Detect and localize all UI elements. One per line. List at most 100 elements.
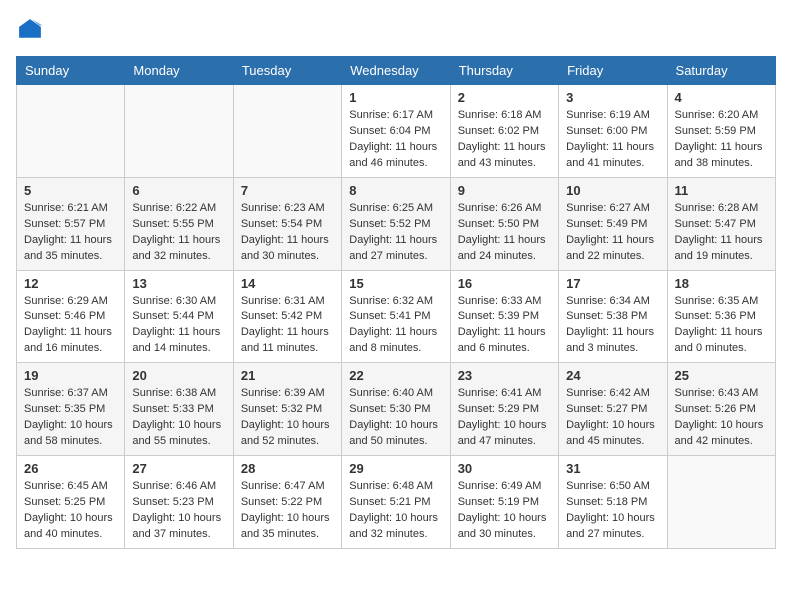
calendar-header-tuesday: Tuesday bbox=[233, 57, 341, 85]
day-number: 5 bbox=[24, 183, 117, 198]
day-number: 2 bbox=[458, 90, 551, 105]
cell-content: Sunrise: 6:27 AM Sunset: 5:49 PM Dayligh… bbox=[566, 201, 659, 265]
cell-content: Sunrise: 6:20 AM Sunset: 5:59 PM Dayligh… bbox=[675, 108, 768, 172]
cell-content: Sunrise: 6:50 AM Sunset: 5:18 PM Dayligh… bbox=[566, 479, 659, 543]
calendar-header-friday: Friday bbox=[559, 57, 667, 85]
calendar-cell: 18 Sunrise: 6:35 AM Sunset: 5:36 PM Dayli… bbox=[667, 270, 775, 363]
cell-content: Sunrise: 6:45 AM Sunset: 5:25 PM Dayligh… bbox=[24, 479, 117, 543]
cell-content: Sunrise: 6:32 AM Sunset: 5:41 PM Dayligh… bbox=[349, 294, 442, 358]
calendar-cell: 26 Sunrise: 6:45 AM Sunset: 5:25 PM Dayli… bbox=[17, 456, 125, 549]
cell-content: Sunrise: 6:35 AM Sunset: 5:36 PM Dayligh… bbox=[675, 294, 768, 358]
cell-content: Sunrise: 6:40 AM Sunset: 5:30 PM Dayligh… bbox=[349, 386, 442, 450]
calendar-cell: 4 Sunrise: 6:20 AM Sunset: 5:59 PM Daylig… bbox=[667, 85, 775, 178]
calendar-cell: 30 Sunrise: 6:49 AM Sunset: 5:19 PM Dayli… bbox=[450, 456, 558, 549]
day-number: 10 bbox=[566, 183, 659, 198]
cell-content: Sunrise: 6:23 AM Sunset: 5:54 PM Dayligh… bbox=[241, 201, 334, 265]
day-number: 23 bbox=[458, 368, 551, 383]
calendar-cell: 14 Sunrise: 6:31 AM Sunset: 5:42 PM Dayli… bbox=[233, 270, 341, 363]
calendar-week-row: 1 Sunrise: 6:17 AM Sunset: 6:04 PM Daylig… bbox=[17, 85, 776, 178]
cell-content: Sunrise: 6:18 AM Sunset: 6:02 PM Dayligh… bbox=[458, 108, 551, 172]
calendar-cell: 9 Sunrise: 6:26 AM Sunset: 5:50 PM Daylig… bbox=[450, 177, 558, 270]
cell-content: Sunrise: 6:17 AM Sunset: 6:04 PM Dayligh… bbox=[349, 108, 442, 172]
cell-content: Sunrise: 6:48 AM Sunset: 5:21 PM Dayligh… bbox=[349, 479, 442, 543]
cell-content: Sunrise: 6:42 AM Sunset: 5:27 PM Dayligh… bbox=[566, 386, 659, 450]
header bbox=[16, 16, 776, 44]
calendar-cell: 2 Sunrise: 6:18 AM Sunset: 6:02 PM Daylig… bbox=[450, 85, 558, 178]
calendar-cell: 7 Sunrise: 6:23 AM Sunset: 5:54 PM Daylig… bbox=[233, 177, 341, 270]
calendar-header-sunday: Sunday bbox=[17, 57, 125, 85]
cell-content: Sunrise: 6:21 AM Sunset: 5:57 PM Dayligh… bbox=[24, 201, 117, 265]
logo bbox=[16, 16, 48, 44]
day-number: 8 bbox=[349, 183, 442, 198]
calendar-cell: 31Sunrise: 6:50 AM Sunset: 5:18 PM Dayli… bbox=[559, 456, 667, 549]
day-number: 6 bbox=[132, 183, 225, 198]
day-number: 19 bbox=[24, 368, 117, 383]
day-number: 3 bbox=[566, 90, 659, 105]
day-number: 11 bbox=[675, 183, 768, 198]
day-number: 7 bbox=[241, 183, 334, 198]
cell-content: Sunrise: 6:33 AM Sunset: 5:39 PM Dayligh… bbox=[458, 294, 551, 358]
calendar-cell: 23 Sunrise: 6:41 AM Sunset: 5:29 PM Dayli… bbox=[450, 363, 558, 456]
day-number: 18 bbox=[675, 276, 768, 291]
cell-content: Sunrise: 6:26 AM Sunset: 5:50 PM Dayligh… bbox=[458, 201, 551, 265]
day-number: 20 bbox=[132, 368, 225, 383]
day-number: 17 bbox=[566, 276, 659, 291]
calendar-header-saturday: Saturday bbox=[667, 57, 775, 85]
calendar-cell: 3Sunrise: 6:19 AM Sunset: 6:00 PM Daylig… bbox=[559, 85, 667, 178]
calendar-cell bbox=[667, 456, 775, 549]
calendar-cell: 5 Sunrise: 6:21 AM Sunset: 5:57 PM Daylig… bbox=[17, 177, 125, 270]
cell-content: Sunrise: 6:47 AM Sunset: 5:22 PM Dayligh… bbox=[241, 479, 334, 543]
cell-content: Sunrise: 6:34 AM Sunset: 5:38 PM Dayligh… bbox=[566, 294, 659, 358]
day-number: 15 bbox=[349, 276, 442, 291]
cell-content: Sunrise: 6:39 AM Sunset: 5:32 PM Dayligh… bbox=[241, 386, 334, 450]
calendar-cell bbox=[233, 85, 341, 178]
cell-content: Sunrise: 6:46 AM Sunset: 5:23 PM Dayligh… bbox=[132, 479, 225, 543]
calendar: SundayMondayTuesdayWednesdayThursdayFrid… bbox=[16, 56, 776, 549]
cell-content: Sunrise: 6:49 AM Sunset: 5:19 PM Dayligh… bbox=[458, 479, 551, 543]
day-number: 22 bbox=[349, 368, 442, 383]
day-number: 26 bbox=[24, 461, 117, 476]
day-number: 13 bbox=[132, 276, 225, 291]
cell-content: Sunrise: 6:41 AM Sunset: 5:29 PM Dayligh… bbox=[458, 386, 551, 450]
calendar-cell: 8Sunrise: 6:25 AM Sunset: 5:52 PM Daylig… bbox=[342, 177, 450, 270]
calendar-cell: 22 Sunrise: 6:40 AM Sunset: 5:30 PM Dayli… bbox=[342, 363, 450, 456]
logo-icon bbox=[16, 16, 44, 44]
calendar-cell: 20 Sunrise: 6:38 AM Sunset: 5:33 PM Dayli… bbox=[125, 363, 233, 456]
day-number: 14 bbox=[241, 276, 334, 291]
calendar-cell: 25Sunrise: 6:43 AM Sunset: 5:26 PM Dayli… bbox=[667, 363, 775, 456]
day-number: 9 bbox=[458, 183, 551, 198]
calendar-cell: 29Sunrise: 6:48 AM Sunset: 5:21 PM Dayli… bbox=[342, 456, 450, 549]
calendar-cell: 24Sunrise: 6:42 AM Sunset: 5:27 PM Dayli… bbox=[559, 363, 667, 456]
calendar-cell: 17 Sunrise: 6:34 AM Sunset: 5:38 PM Dayli… bbox=[559, 270, 667, 363]
calendar-header-wednesday: Wednesday bbox=[342, 57, 450, 85]
cell-content: Sunrise: 6:38 AM Sunset: 5:33 PM Dayligh… bbox=[132, 386, 225, 450]
day-number: 4 bbox=[675, 90, 768, 105]
calendar-cell: 21Sunrise: 6:39 AM Sunset: 5:32 PM Dayli… bbox=[233, 363, 341, 456]
calendar-cell: 16 Sunrise: 6:33 AM Sunset: 5:39 PM Dayli… bbox=[450, 270, 558, 363]
calendar-cell: 19 Sunrise: 6:37 AM Sunset: 5:35 PM Dayli… bbox=[17, 363, 125, 456]
cell-content: Sunrise: 6:28 AM Sunset: 5:47 PM Dayligh… bbox=[675, 201, 768, 265]
day-number: 12 bbox=[24, 276, 117, 291]
day-number: 27 bbox=[132, 461, 225, 476]
calendar-header-monday: Monday bbox=[125, 57, 233, 85]
calendar-cell: 27 Sunrise: 6:46 AM Sunset: 5:23 PM Dayli… bbox=[125, 456, 233, 549]
calendar-cell: 15 Sunrise: 6:32 AM Sunset: 5:41 PM Dayli… bbox=[342, 270, 450, 363]
calendar-cell: 10 Sunrise: 6:27 AM Sunset: 5:49 PM Dayli… bbox=[559, 177, 667, 270]
cell-content: Sunrise: 6:29 AM Sunset: 5:46 PM Dayligh… bbox=[24, 294, 117, 358]
calendar-cell: 11 Sunrise: 6:28 AM Sunset: 5:47 PM Dayli… bbox=[667, 177, 775, 270]
cell-content: Sunrise: 6:31 AM Sunset: 5:42 PM Dayligh… bbox=[241, 294, 334, 358]
calendar-cell bbox=[17, 85, 125, 178]
calendar-header-thursday: Thursday bbox=[450, 57, 558, 85]
calendar-cell: 1 Sunrise: 6:17 AM Sunset: 6:04 PM Daylig… bbox=[342, 85, 450, 178]
calendar-cell: 28Sunrise: 6:47 AM Sunset: 5:22 PM Dayli… bbox=[233, 456, 341, 549]
day-number: 1 bbox=[349, 90, 442, 105]
day-number: 16 bbox=[458, 276, 551, 291]
calendar-header-row: SundayMondayTuesdayWednesdayThursdayFrid… bbox=[17, 57, 776, 85]
cell-content: Sunrise: 6:43 AM Sunset: 5:26 PM Dayligh… bbox=[675, 386, 768, 450]
calendar-cell: 6Sunrise: 6:22 AM Sunset: 5:55 PM Daylig… bbox=[125, 177, 233, 270]
day-number: 30 bbox=[458, 461, 551, 476]
calendar-cell: 13Sunrise: 6:30 AM Sunset: 5:44 PM Dayli… bbox=[125, 270, 233, 363]
calendar-week-row: 5 Sunrise: 6:21 AM Sunset: 5:57 PM Daylig… bbox=[17, 177, 776, 270]
cell-content: Sunrise: 6:37 AM Sunset: 5:35 PM Dayligh… bbox=[24, 386, 117, 450]
calendar-week-row: 12 Sunrise: 6:29 AM Sunset: 5:46 PM Dayli… bbox=[17, 270, 776, 363]
